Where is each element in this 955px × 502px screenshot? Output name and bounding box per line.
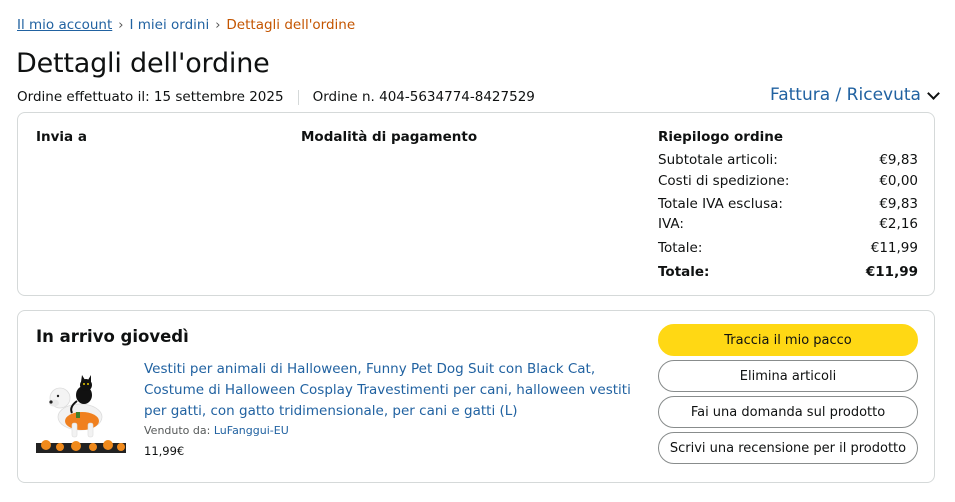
summary-value: €11,99 (870, 240, 918, 256)
payment-heading: Modalità di pagamento (301, 129, 478, 145)
summary-label: Totale: (658, 264, 710, 280)
invoice-dropdown[interactable]: Fattura / Ricevuta (770, 85, 940, 105)
sold-by-label: Venduto da: (144, 424, 211, 437)
ask-question-button[interactable]: Fai una domanda sul prodotto (658, 396, 918, 428)
breadcrumb-current: Dettagli dell'ordine (226, 17, 356, 33)
summary-row: IVA: €2,16 (658, 216, 918, 232)
summary-label: Totale: (658, 240, 703, 256)
meta-divider (297, 89, 299, 105)
summary-grand-total: Totale: €11,99 (658, 264, 918, 280)
shipment-card: In arrivo giovedì Vestiti per animali di… (17, 310, 935, 483)
summary-value: €11,99 (865, 264, 918, 280)
summary-label: IVA: (658, 216, 684, 232)
breadcrumb-orders-link[interactable]: I miei ordini (129, 17, 209, 33)
product-image[interactable] (36, 363, 126, 453)
product-title-link[interactable]: Vestiti per animali di Halloween, Funny … (144, 359, 634, 422)
summary-value: €9,83 (879, 196, 918, 212)
breadcrumb-separator: › (215, 18, 221, 33)
summary-value: €0,00 (879, 173, 918, 189)
breadcrumb: Il mio account › I miei ordini › Dettagli de… (17, 17, 355, 33)
summary-value: €9,83 (879, 152, 918, 168)
order-meta: Ordine effettuato il: 15 settembre 2025 … (17, 89, 535, 105)
order-number: Ordine n. 404-5634774-8427529 (312, 89, 535, 105)
arrival-heading: In arrivo giovedì (36, 327, 189, 346)
sold-by: Venduto da: LuFanggui-EU (144, 424, 289, 437)
summary-row: Totale: €11,99 (658, 240, 918, 256)
write-review-button[interactable]: Scrivi una recensione per il prodotto (658, 432, 918, 464)
summary-label: Costi di spedizione: (658, 173, 790, 189)
summary-row: Costi di spedizione: €0,00 (658, 173, 918, 189)
summary-row: Totale IVA esclusa: €9,83 (658, 196, 918, 212)
breadcrumb-home-link[interactable]: Il mio account (17, 17, 112, 33)
seller-link[interactable]: LuFanggui-EU (214, 424, 289, 437)
summary-label: Subtotale articoli: (658, 152, 778, 168)
order-date: Ordine effettuato il: 15 settembre 2025 (17, 89, 284, 105)
breadcrumb-separator: › (118, 18, 124, 33)
invoice-label: Fattura / Ricevuta (770, 85, 921, 105)
summary-label: Totale IVA esclusa: (658, 196, 783, 212)
delete-items-button[interactable]: Elimina articoli (658, 360, 918, 392)
page-title: Dettagli dell'ordine (16, 48, 270, 79)
chevron-down-icon (927, 86, 940, 100)
product-price: 11,99€ (144, 444, 185, 458)
track-package-button[interactable]: Traccia il mio pacco (658, 324, 918, 356)
ship-to-heading: Invia a (36, 129, 87, 145)
summary-row: Subtotale articoli: €9,83 (658, 152, 918, 168)
summary-heading: Riepilogo ordine (658, 129, 784, 145)
summary-value: €2,16 (879, 216, 918, 232)
order-details-card: Invia a Modalità di pagamento Riepilogo … (17, 112, 935, 296)
